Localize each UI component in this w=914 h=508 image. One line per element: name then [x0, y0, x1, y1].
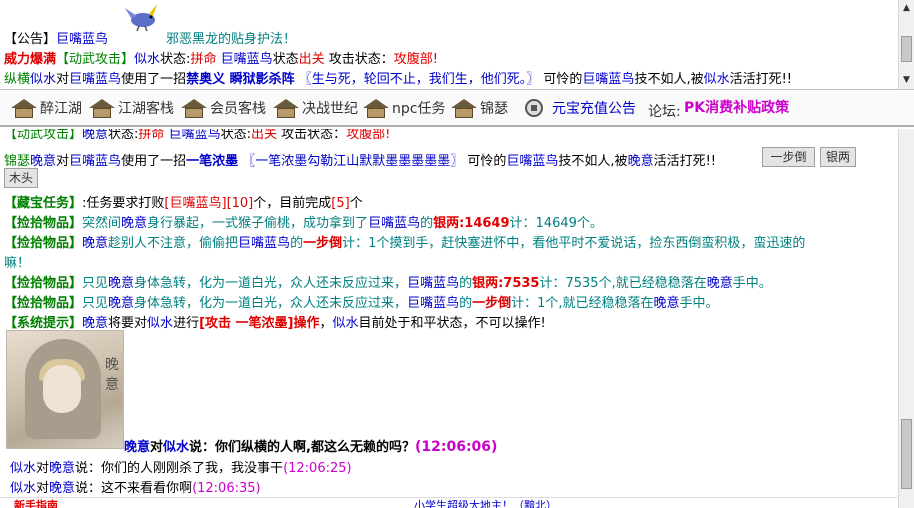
announce-prefix: 【公告】 [4, 32, 57, 47]
chat-message-1: 晚意对似水说：你们纵横的人啊,都这么无赖的吗？(12:06:06) [124, 439, 498, 455]
attack-result-line: 锦瑟晚意对巨嘴蓝鸟使用了一招一笔浓墨 〖一笔浓墨勾勒江山默默墨墨墨墨墨〗 可怜的… [4, 154, 717, 169]
nav-item-jianghu-kezhan[interactable]: 江湖客栈 [88, 95, 174, 121]
avatar-name: 晚意 [105, 357, 119, 393]
top-scrollbar[interactable]: ▲ ▼ [898, 0, 914, 89]
loot-line-1: 【捡拾物品】突然间晚意身行暴起，一式猴子偷桃，成功拿到了巨嘴蓝鸟的银两:1464… [4, 216, 603, 231]
system-hint-line: 【系统提示】晚意将要对似水进行[攻击 一笔浓墨]操作，似水目前处于和平状态，不可… [4, 316, 546, 331]
nav-item-huiyuan-kezhan[interactable]: 会员客栈 [180, 95, 266, 121]
top-chat-pane: 【公告】巨嘴蓝鸟 邪恶黑龙的贴身护法！ 威力爆满【动武攻击】似水状态:拼命 巨嘴… [0, 0, 914, 90]
forum-label: 论坛: [648, 104, 681, 120]
inn-house-icon [272, 97, 300, 119]
partial-status-line: 【动武攻击】晚意状态:拼命 巨嘴蓝鸟状态:出关 攻击状态：攻腹部! [4, 129, 391, 142]
step-poison-button[interactable]: 一步倒 [762, 147, 815, 167]
quest-line: 【藏宝任务】:任务要求打败[巨嘴蓝鸟][10]个，目前完成[5]个 [4, 196, 363, 211]
inn-house-icon [88, 97, 116, 119]
bottom-hint-bar: 新手指南 小学生超级大地主！（黯北） [0, 497, 900, 508]
newbie-guide-link[interactable]: 新手指南 [14, 498, 58, 508]
forum-link[interactable]: PK消费补贴政策 [684, 97, 789, 117]
inn-house-icon [362, 97, 390, 119]
avatar: 晚意 [6, 330, 124, 449]
nav-item-zuijianghu[interactable]: 醉江湖 [10, 95, 82, 121]
announcement-line: 【公告】巨嘴蓝鸟 [4, 28, 108, 47]
nav-bar: 醉江湖 江湖客栈 会员客栈 决战世纪 npc任务 锦瑟 元宝充值公告 论坛: P… [0, 91, 914, 127]
nav-item-juezhan-shiji[interactable]: 决战世纪 [272, 95, 358, 121]
inn-house-icon [10, 97, 38, 119]
inn-house-icon [180, 97, 208, 119]
coin-icon [522, 97, 550, 119]
scroll-up-icon[interactable]: ▲ [901, 2, 912, 14]
chat-message-3: 似水对晚意说：这不来看看你啊(12:06:35) [10, 481, 261, 496]
main-chat-pane: 【动武攻击】晚意状态:拼命 巨嘴蓝鸟状态:出关 攻击状态：攻腹部! 锦瑟晚意对巨… [0, 129, 914, 508]
nav-item-jinse[interactable]: 锦瑟 [450, 95, 508, 121]
loot-line-4: 【捡拾物品】只见晚意身体急转，化为一道白光，众人还未反应过来，巨嘴蓝鸟的一步倒计… [4, 296, 719, 311]
nav-item-yuanbao-notice[interactable]: 元宝充值公告 [522, 95, 636, 121]
scroll-down-icon[interactable]: ▼ [901, 74, 912, 86]
blue-bird-icon [125, 4, 157, 32]
loot-line-3: 【捡拾物品】只见晚意身体急转，化为一道白光，众人还未反应过来，巨嘴蓝鸟的银两:7… [4, 276, 772, 291]
npc-name[interactable]: 巨嘴蓝鸟 [56, 32, 108, 47]
attack-status-line: 威力爆满【动武攻击】似水状态:拼命 巨嘴蓝鸟状态出关 攻击状态：攻腹部! [4, 52, 439, 67]
main-scrollbar[interactable] [898, 129, 914, 508]
loot-line-2: 【捡拾物品】晚意趁别人不注意，偷偷把巨嘴蓝鸟的一步倒计：1个摸到手，赶快塞进怀中… [4, 236, 806, 251]
loot-line-2-wrap: 嘛！ [4, 256, 31, 271]
announcement-text: 邪恶黑龙的贴身护法！ [166, 32, 297, 47]
chat-message-2: 似水对晚意说：你们的人刚刚杀了我，我没事干(12:06:25) [10, 461, 352, 476]
nav-item-npc-task[interactable]: npc任务 [362, 95, 445, 121]
inn-house-icon [450, 97, 478, 119]
top-scroll-thumb[interactable] [901, 36, 912, 62]
attack-result-line: 纵横似水对巨嘴蓝鸟使用了一招禁奥义 瞬狱影杀阵 〖生与死，轮回不止，我们生，他们… [4, 72, 793, 87]
wood-button[interactable]: 木头 [4, 168, 38, 188]
silver-button[interactable]: 银两 [820, 147, 856, 167]
main-scroll-thumb[interactable] [901, 419, 912, 489]
bottom-notice: 小学生超级大地主！（黯北） [414, 499, 557, 508]
